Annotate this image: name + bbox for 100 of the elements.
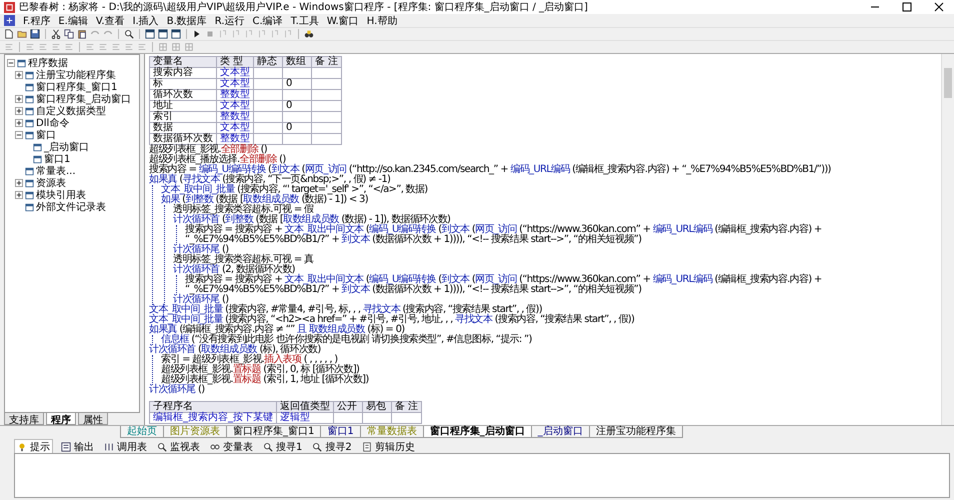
editor-tab[interactable]: _启动窗口 (530, 426, 590, 438)
table-cell: 文本型 (220, 100, 250, 111)
editor-tab[interactable]: 窗口1 (320, 426, 361, 438)
code-line: 计次循环首 (2, 数据循环次数) (173, 265, 295, 275)
panel-tab[interactable]: 属性 (78, 413, 108, 425)
table-cell: 搜索内容 (153, 67, 193, 78)
tree-item[interactable]: 窗口程序集_启动窗口 (36, 94, 131, 104)
code-line: 计次循环尾 () (173, 295, 228, 305)
find-icon[interactable] (263, 442, 273, 452)
list-icon[interactable] (104, 442, 114, 452)
output-tab[interactable]: 变量表 (208, 440, 255, 454)
output-tab[interactable]: 搜寻1 (261, 440, 304, 454)
menu-item[interactable]: T.工具 (290, 14, 319, 28)
tree-item[interactable]: 窗口1 (44, 154, 70, 164)
column-header: 类 型 (216, 56, 254, 68)
menu-item[interactable]: R.运行 (214, 14, 245, 28)
menu-item[interactable]: H.帮助 (366, 14, 398, 28)
search-icon[interactable] (157, 442, 167, 452)
table-cell: 文本型 (220, 78, 250, 89)
output-tab[interactable]: 调用表 (102, 440, 149, 454)
copy-icon[interactable] (64, 29, 74, 39)
column-header: 易包 (362, 402, 392, 412)
table-cell: 逻辑型 (280, 412, 310, 423)
column-header: 数组 (282, 56, 312, 68)
editor-tab[interactable]: 起始页 (120, 426, 164, 438)
output-icon[interactable] (61, 442, 71, 452)
node-icon (17, 58, 26, 68)
maximize-icon[interactable] (902, 2, 912, 12)
tree-item[interactable]: 模块引用表 (36, 190, 86, 200)
menu-item[interactable]: B.数据库 (166, 14, 207, 28)
tree-item[interactable]: 资源表 (36, 178, 66, 188)
table-cell: 编辑框_搜索内容_按下某键 (153, 412, 273, 423)
panel-tab[interactable]: 程序 (46, 413, 76, 425)
table-cell: 0 (286, 122, 292, 133)
code-line: 文本_取中间_批量 (搜索内容, #常量4, #引号, 标, , , 寻找文本 (搜索内容, “搜索结果 start”, , 假)) (149, 305, 542, 315)
tree-item[interactable]: Dll命令 (36, 118, 70, 128)
table-cell: 数据 (153, 122, 173, 133)
expand-icon[interactable] (15, 107, 23, 115)
output-tab[interactable]: 剪辑历史 (360, 440, 417, 454)
editor-tab[interactable]: 常量数据表 (360, 426, 424, 438)
expand-icon[interactable] (15, 179, 23, 187)
paste-icon[interactable] (77, 29, 87, 39)
panel-tab[interactable]: 支持库 (4, 413, 44, 425)
output-tab[interactable]: 监视表 (155, 440, 202, 454)
code-line: 透明标签_搜索类容超标.可视 = 真 (173, 255, 314, 265)
save-icon[interactable] (30, 29, 40, 39)
editor-tab[interactable]: 注册宝功能程序集 (588, 426, 683, 438)
open-folder-icon[interactable] (17, 29, 27, 39)
expand-icon[interactable] (15, 71, 23, 79)
editor-tab[interactable]: 图片资源表 (163, 426, 227, 438)
tree-item[interactable]: 自定义数据类型 (36, 106, 106, 116)
cut-icon[interactable] (51, 29, 61, 39)
tree-item[interactable]: 注册宝功能程序集 (36, 70, 116, 80)
column-header: 静态 (254, 56, 282, 68)
menu-item[interactable]: E.编辑 (58, 14, 88, 28)
binoculars-icon[interactable] (304, 29, 314, 39)
tree-item[interactable]: 常量表... (36, 166, 76, 176)
output-tab[interactable]: 输出 (59, 440, 96, 454)
new-file-icon[interactable] (4, 29, 14, 39)
tree-item[interactable]: _启动窗口 (44, 142, 89, 152)
tree-item[interactable]: 程序数据 (28, 58, 68, 68)
window-icon[interactable] (158, 29, 168, 39)
node-icon (25, 94, 34, 104)
tree-item[interactable]: 窗口程序集_窗口1 (36, 82, 118, 92)
menu-item[interactable]: F.程序 (23, 14, 50, 28)
clipboard-icon[interactable] (362, 442, 372, 452)
window-title: 巴黎春树 : 杨家将 - D:\我的源码\超级用户VIP\超级用户VIP.e - Windows窗口程序 - [程序集: 窗口程序集_启动窗口 / _启动窗口] (19, 0, 589, 14)
collapse-icon[interactable] (7, 59, 15, 67)
editor-tab[interactable]: 窗口程序集_启动窗口 (422, 426, 532, 438)
menu-item[interactable]: W.窗口 (326, 14, 359, 28)
output-tab[interactable]: 提示 (14, 438, 53, 454)
editor-tab[interactable]: 窗口程序集_窗口1 (226, 426, 322, 438)
node-icon (33, 142, 42, 152)
menu-item[interactable]: C.编译 (252, 14, 283, 28)
find-icon[interactable] (124, 29, 134, 39)
column-header: 公开 (334, 402, 362, 412)
menu-item[interactable]: I.插入 (132, 14, 159, 28)
window-icon[interactable] (145, 29, 155, 39)
node-icon (25, 166, 34, 176)
expand-icon[interactable] (15, 191, 23, 199)
close-icon[interactable] (934, 2, 944, 12)
node-icon (25, 202, 34, 212)
expand-icon[interactable] (15, 95, 23, 103)
expand-icon[interactable] (15, 119, 23, 127)
node-icon (25, 190, 34, 200)
run-icon[interactable] (192, 29, 202, 39)
glasses-icon[interactable] (210, 442, 220, 452)
column-header: 子程序名 (150, 402, 276, 412)
code-line: 搜索内容 = 搜索内容 + 文本_取出中间文本 (编码_U编码转换 (到文本 (网页_访问 (“https://www.360kan.com” + 编码_URL编码 (编辑框_搜索内容.内容) + “_%E7%94%B5%E5%BD%B1/?” + 到文本 (数据循环次数 + 1)))), “<!-- 搜索结果 start-->”, “的相关短视频”) (185, 275, 823, 295)
bulb-icon[interactable] (17, 442, 27, 452)
code-line: 超级列表框_影视.全部删除 () (149, 145, 267, 155)
find-icon[interactable] (312, 442, 322, 452)
code-editor[interactable] (145, 54, 941, 425)
window-icon[interactable] (171, 29, 181, 39)
menu-item[interactable]: V.查看 (96, 14, 125, 28)
output-tab[interactable]: 搜寻2 (310, 440, 354, 454)
tree-item[interactable]: 窗口 (36, 130, 56, 140)
collapse-icon[interactable] (15, 131, 23, 139)
tree-item[interactable]: 外部文件记录表 (36, 202, 106, 212)
vertical-scrollbar[interactable] (941, 54, 954, 425)
